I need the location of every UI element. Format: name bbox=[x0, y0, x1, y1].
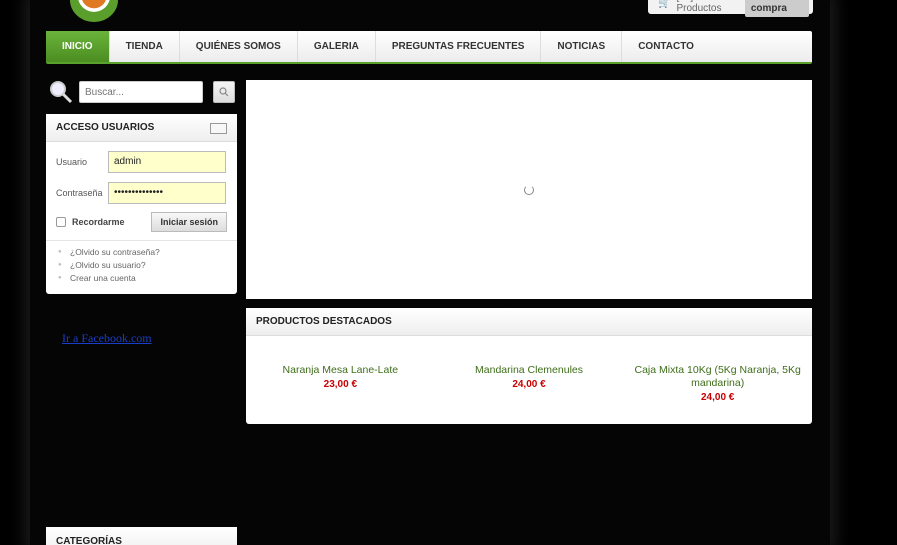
username-row: Usuario bbox=[46, 146, 237, 177]
image-slider bbox=[246, 80, 812, 299]
forgot-username-link[interactable]: ¿Olvido su usuario? bbox=[56, 259, 227, 272]
password-row: Contraseña bbox=[46, 177, 237, 208]
magnifier-icon bbox=[49, 80, 73, 104]
search-button[interactable] bbox=[213, 81, 235, 103]
password-field[interactable] bbox=[108, 181, 226, 204]
product-price: 23,00 € bbox=[323, 379, 358, 390]
featured-products: PRODUCTOS DESTACADOS Naranja Mesa Lane-L… bbox=[246, 308, 812, 424]
nav-item-tienda[interactable]: TIENDA bbox=[110, 31, 180, 62]
username-label: Usuario bbox=[56, 156, 88, 167]
cart-count: [ 0 ] Productos bbox=[676, 0, 722, 14]
nav-item-noticias[interactable]: NOTICIAS bbox=[541, 31, 623, 62]
product-price: 24,00 € bbox=[512, 379, 546, 390]
remember-row: Recordarme Iniciar sesión bbox=[46, 208, 237, 236]
spinner-icon bbox=[524, 185, 534, 195]
login-button[interactable]: Iniciar sesión bbox=[151, 212, 227, 232]
login-links: ¿Olvido su contraseña? ¿Olvido su usuari… bbox=[46, 240, 237, 290]
search-input[interactable] bbox=[79, 81, 203, 103]
nav-item-contacto[interactable]: CONTACTO bbox=[622, 31, 710, 62]
search-icon bbox=[219, 87, 229, 97]
main-nav: INICIO TIENDA QUIÉNES SOMOS GALERIA PREG… bbox=[46, 31, 812, 64]
remember-label: Recordarme bbox=[72, 217, 125, 227]
go-to-cart-button[interactable]: Ir a compra bbox=[744, 0, 809, 17]
nav-item-preguntas-frecuentes[interactable]: PREGUNTAS FRECUENTES bbox=[376, 31, 542, 62]
id-card-icon bbox=[210, 123, 227, 134]
cart-widget: 🛒 [ 0 ] Productos Ir a compra bbox=[648, 0, 813, 17]
categories-title: CATEGORÍAS bbox=[46, 527, 237, 545]
product-price: 24,00 € bbox=[700, 392, 735, 403]
nav-item-galeria[interactable]: GALERIA bbox=[298, 31, 376, 62]
forgot-password-link[interactable]: ¿Olvido su contraseña? bbox=[56, 246, 227, 259]
search-bar bbox=[49, 80, 237, 104]
product-list: Naranja Mesa Lane-Late 23,00 € Mandarina… bbox=[246, 336, 812, 405]
product-item: Mandarina Clemenules 24,00 € bbox=[435, 364, 624, 405]
cart-icon: 🛒 bbox=[658, 0, 671, 9]
create-account-link[interactable]: Crear una cuenta bbox=[56, 272, 227, 285]
login-panel: ACCESO USUARIOS Usuario Contraseña Recor… bbox=[46, 114, 237, 294]
login-title: ACCESO USUARIOS bbox=[46, 114, 237, 142]
product-name-link[interactable]: Naranja Mesa Lane-Late bbox=[246, 364, 435, 377]
categories-panel: CATEGORÍAS bbox=[46, 527, 237, 545]
product-name-link[interactable]: Mandarina Clemenules bbox=[435, 364, 624, 377]
featured-title: PRODUCTOS DESTACADOS bbox=[246, 308, 812, 336]
password-label: Contraseña bbox=[56, 187, 103, 198]
product-name-link[interactable]: Caja Mixta 10Kg (5Kg Naranja, 5Kg mandar… bbox=[623, 364, 812, 390]
product-item: Naranja Mesa Lane-Late 23,00 € bbox=[246, 364, 435, 405]
nav-item-quienes-somos[interactable]: QUIÉNES SOMOS bbox=[180, 31, 298, 62]
nav-item-inicio[interactable]: INICIO bbox=[46, 31, 110, 62]
facebook-link[interactable]: Ir a Facebook.com bbox=[62, 331, 152, 346]
username-field[interactable] bbox=[108, 150, 226, 173]
login-title-text: ACCESO USUARIOS bbox=[56, 122, 155, 133]
product-item: Caja Mixta 10Kg (5Kg Naranja, 5Kg mandar… bbox=[623, 364, 812, 405]
remember-checkbox[interactable] bbox=[56, 217, 66, 227]
